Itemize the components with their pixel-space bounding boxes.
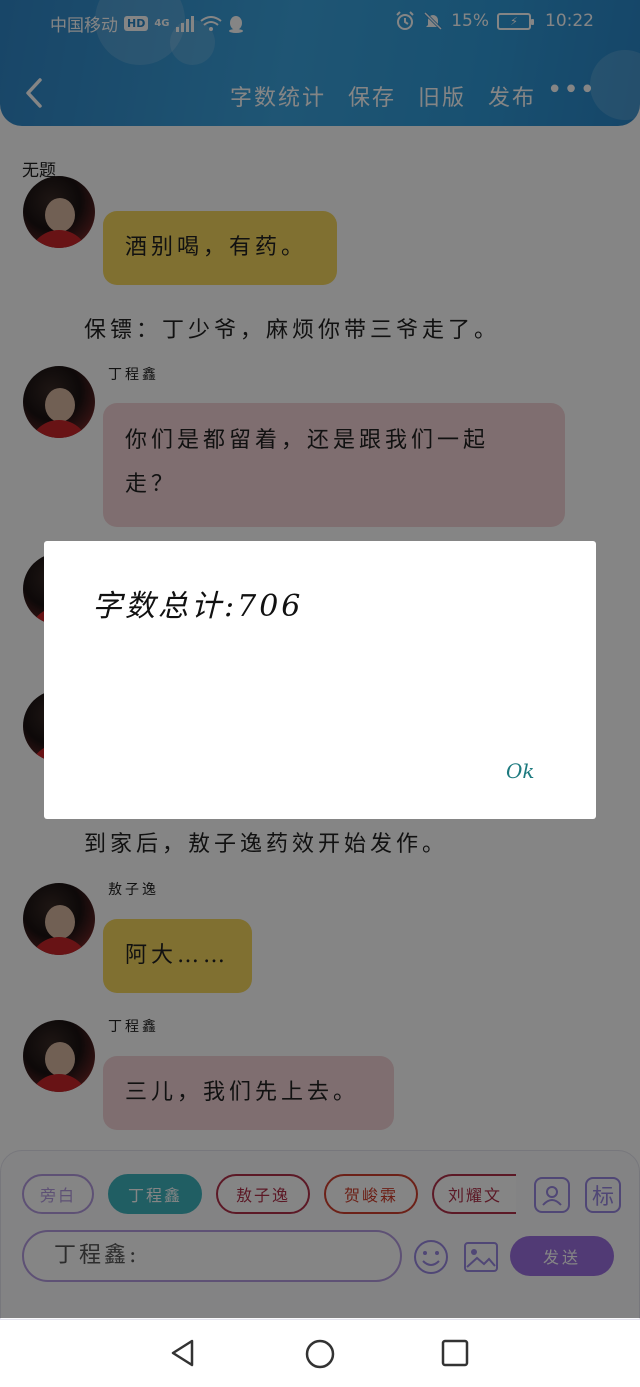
dialog-message: 字数总计:706 <box>92 589 304 624</box>
nav-recents-icon[interactable] <box>441 1339 469 1367</box>
system-nav-bar <box>0 1320 640 1387</box>
nav-back-icon[interactable] <box>168 1338 198 1368</box>
ok-button[interactable]: Ok <box>506 759 535 783</box>
nav-home-icon[interactable] <box>304 1338 336 1370</box>
word-count-dialog: 字数总计:706 Ok <box>44 541 596 819</box>
